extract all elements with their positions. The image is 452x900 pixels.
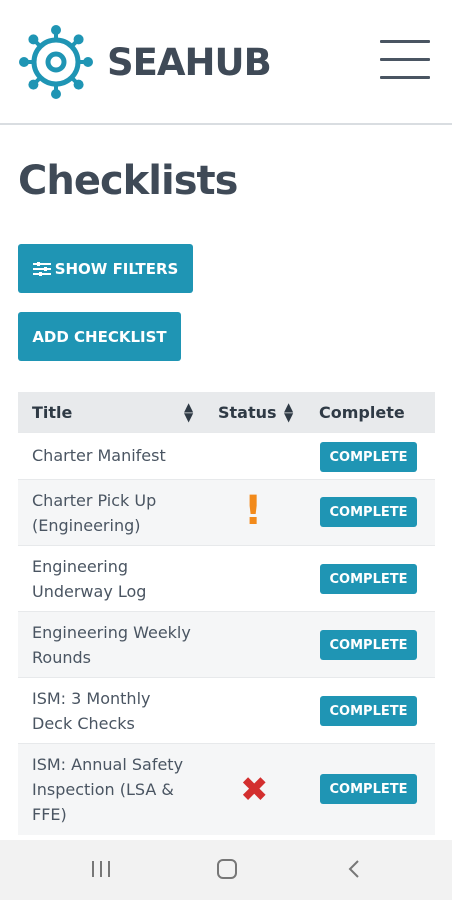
sort-status-icon[interactable]: ▲ ▼ [284, 401, 293, 423]
table-header: Title ▲ ▼ Status ▲ ▼ Complete [18, 392, 435, 432]
show-filters-button[interactable]: SHOW FILTERS [18, 244, 193, 293]
row-title[interactable]: Charter Manifest [32, 443, 166, 468]
warning-status-icon: ! [244, 488, 263, 534]
recent-apps-icon[interactable] [90, 857, 112, 881]
home-icon[interactable] [215, 857, 239, 881]
failed-status-icon: ✖ [240, 770, 269, 810]
page-title: Checklists [18, 158, 238, 204]
table-row: Charter Manifest COMPLETE [18, 432, 435, 479]
row-title[interactable]: Charter Pick Up (Engineering) [32, 488, 156, 538]
complete-button[interactable]: COMPLETE [320, 442, 417, 472]
add-checklist-button[interactable]: ADD CHECKLIST [18, 312, 181, 361]
hamburger-menu-icon[interactable] [380, 40, 430, 80]
sliders-icon [32, 261, 51, 276]
table-row: Charter Pick Up (Engineering) ! COMPLETE [18, 479, 435, 545]
ship-wheel-icon[interactable] [18, 24, 94, 100]
back-icon[interactable] [344, 857, 364, 881]
sort-title-icon[interactable]: ▲ ▼ [184, 401, 193, 423]
app-header: SEAHUB [0, 0, 452, 125]
system-navigation-bar [0, 840, 452, 900]
row-title[interactable]: Engineering Weekly Rounds [32, 620, 191, 670]
row-title[interactable]: Engineering Underway Log [32, 554, 146, 604]
complete-button[interactable]: COMPLETE [320, 774, 417, 804]
brand-name[interactable]: SEAHUB [107, 38, 272, 88]
column-header-title[interactable]: Title [32, 403, 72, 422]
complete-button[interactable]: COMPLETE [320, 630, 417, 660]
checklists-table: Title ▲ ▼ Status ▲ ▼ Complete Charter Mani… [18, 392, 435, 835]
complete-button[interactable]: COMPLETE [320, 497, 417, 527]
table-row: Engineering Weekly Rounds COMPLETE [18, 611, 435, 677]
table-row: Engineering Underway Log COMPLETE [18, 545, 435, 611]
table-row: ISM: Annual Safety Inspection (LSA & FFE… [18, 743, 435, 835]
row-title[interactable]: ISM: Annual Safety Inspection (LSA & FFE… [32, 752, 183, 827]
table-row: ISM: 3 Monthly Deck Checks COMPLETE [18, 677, 435, 743]
complete-button[interactable]: COMPLETE [320, 564, 417, 594]
show-filters-label: SHOW FILTERS [54, 259, 179, 278]
row-title[interactable]: ISM: 3 Monthly Deck Checks [32, 686, 150, 736]
complete-button[interactable]: COMPLETE [320, 696, 417, 726]
column-header-status[interactable]: Status [218, 403, 277, 422]
column-header-complete: Complete [319, 403, 405, 422]
